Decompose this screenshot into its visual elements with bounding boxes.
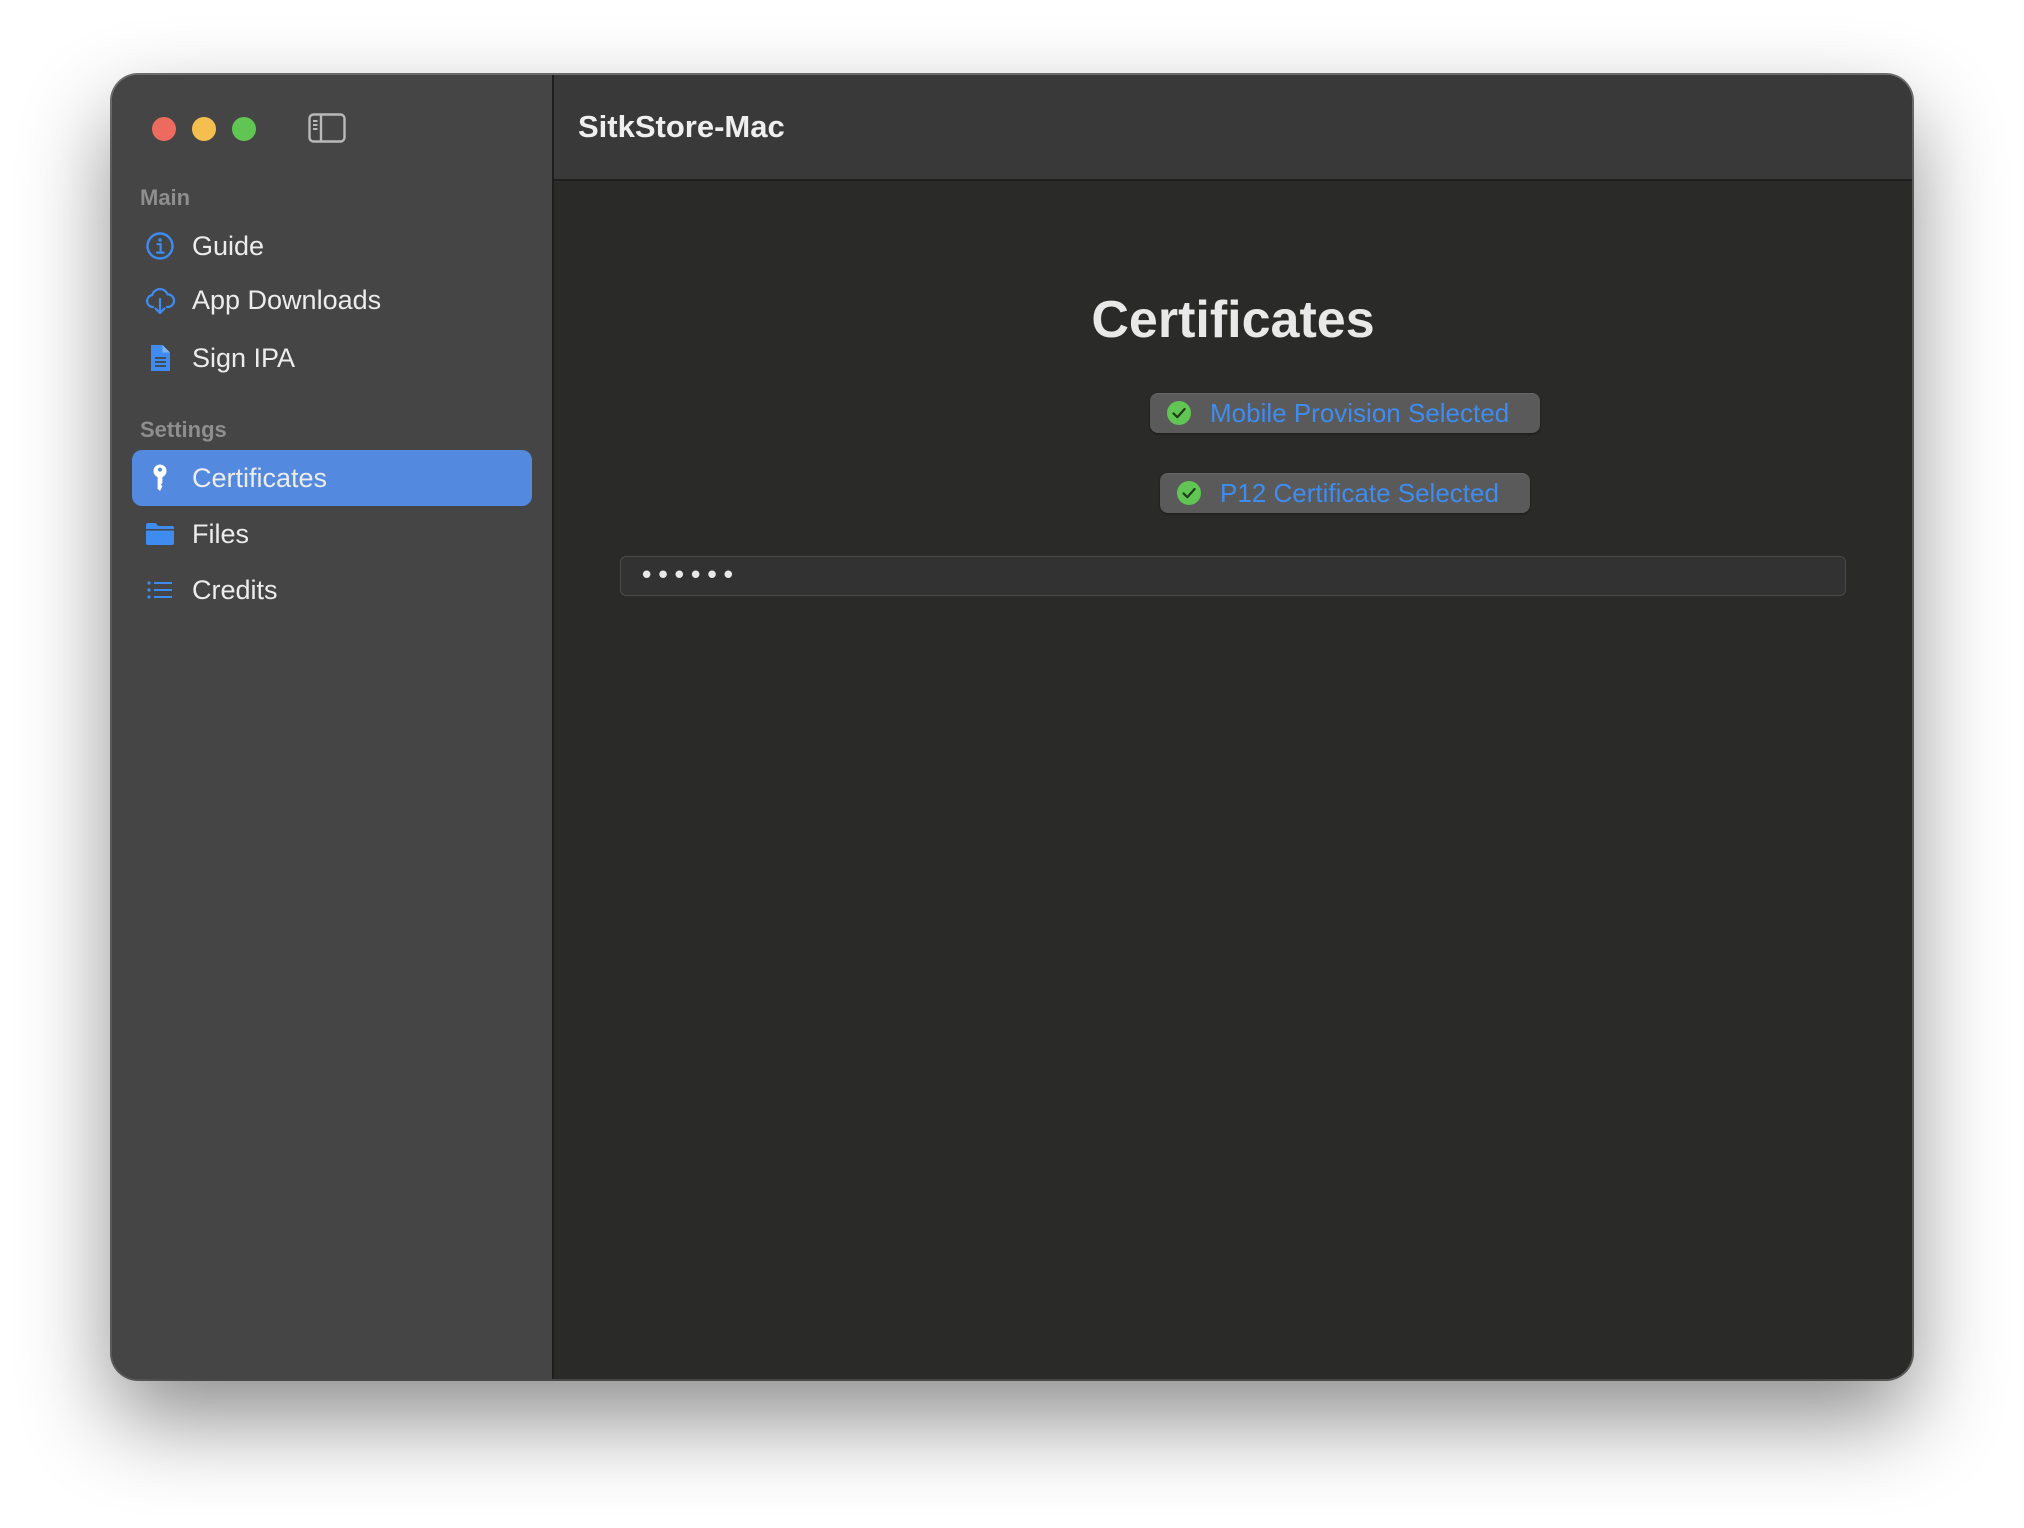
key-icon [153,464,167,491]
page-title: Certificates [1091,291,1375,349]
mobile-provision-status: Mobile Provision Selected [1210,397,1510,428]
sidebar-item-files[interactable]: Files [132,506,532,562]
cloud-download-icon [146,287,176,315]
app-window: Main Guide App Downloads Sign IPA Settin… [112,75,1912,1379]
checkmark-circle-icon [1167,401,1191,425]
window-title: SitkStore-Mac [578,109,785,144]
sidebar-item-certificates[interactable]: Certificates [132,450,532,506]
info-circle-icon [146,232,174,260]
sidebar-item-label: Certificates [192,463,328,493]
mobile-provision-button[interactable]: Mobile Provision Selected [1150,393,1540,433]
certificate-password-field[interactable] [620,556,1846,596]
sidebar-item-credits[interactable]: Credits [132,562,532,618]
zoom-window-button[interactable] [232,117,256,141]
sidebar-item-label: App Downloads [192,285,382,315]
sidebar-section-settings: Settings [140,417,227,442]
p12-certificate-button[interactable]: P12 Certificate Selected [1160,473,1530,513]
sidebar-item-sign-ipa[interactable]: Sign IPA [132,330,532,386]
sidebar-item-label: Sign IPA [192,343,296,373]
sidebar-toggle-icon [308,113,346,143]
list-icon [147,581,172,599]
checkmark-circle-icon [1177,481,1201,505]
sidebar-section-main: Main [140,185,191,210]
sidebar-item-guide[interactable]: Guide [132,218,532,274]
sidebar-item-app-downloads[interactable]: App Downloads [132,272,532,328]
toggle-sidebar-button[interactable] [308,113,346,143]
titlebar: SitkStore-Mac [554,75,1912,181]
sidebar-item-label: Files [192,519,250,549]
minimize-window-button[interactable] [192,117,216,141]
close-window-button[interactable] [152,117,176,141]
document-icon [151,345,170,371]
sidebar-item-label: Credits [192,575,278,605]
sidebar: Main Guide App Downloads Sign IPA Settin… [112,75,554,1379]
sidebar-item-label: Guide [192,231,265,261]
content-area: SitkStore-Mac Certificates Mobile Provis… [554,75,1912,1379]
folder-icon [146,523,174,545]
p12-certificate-status: P12 Certificate Selected [1220,477,1499,508]
